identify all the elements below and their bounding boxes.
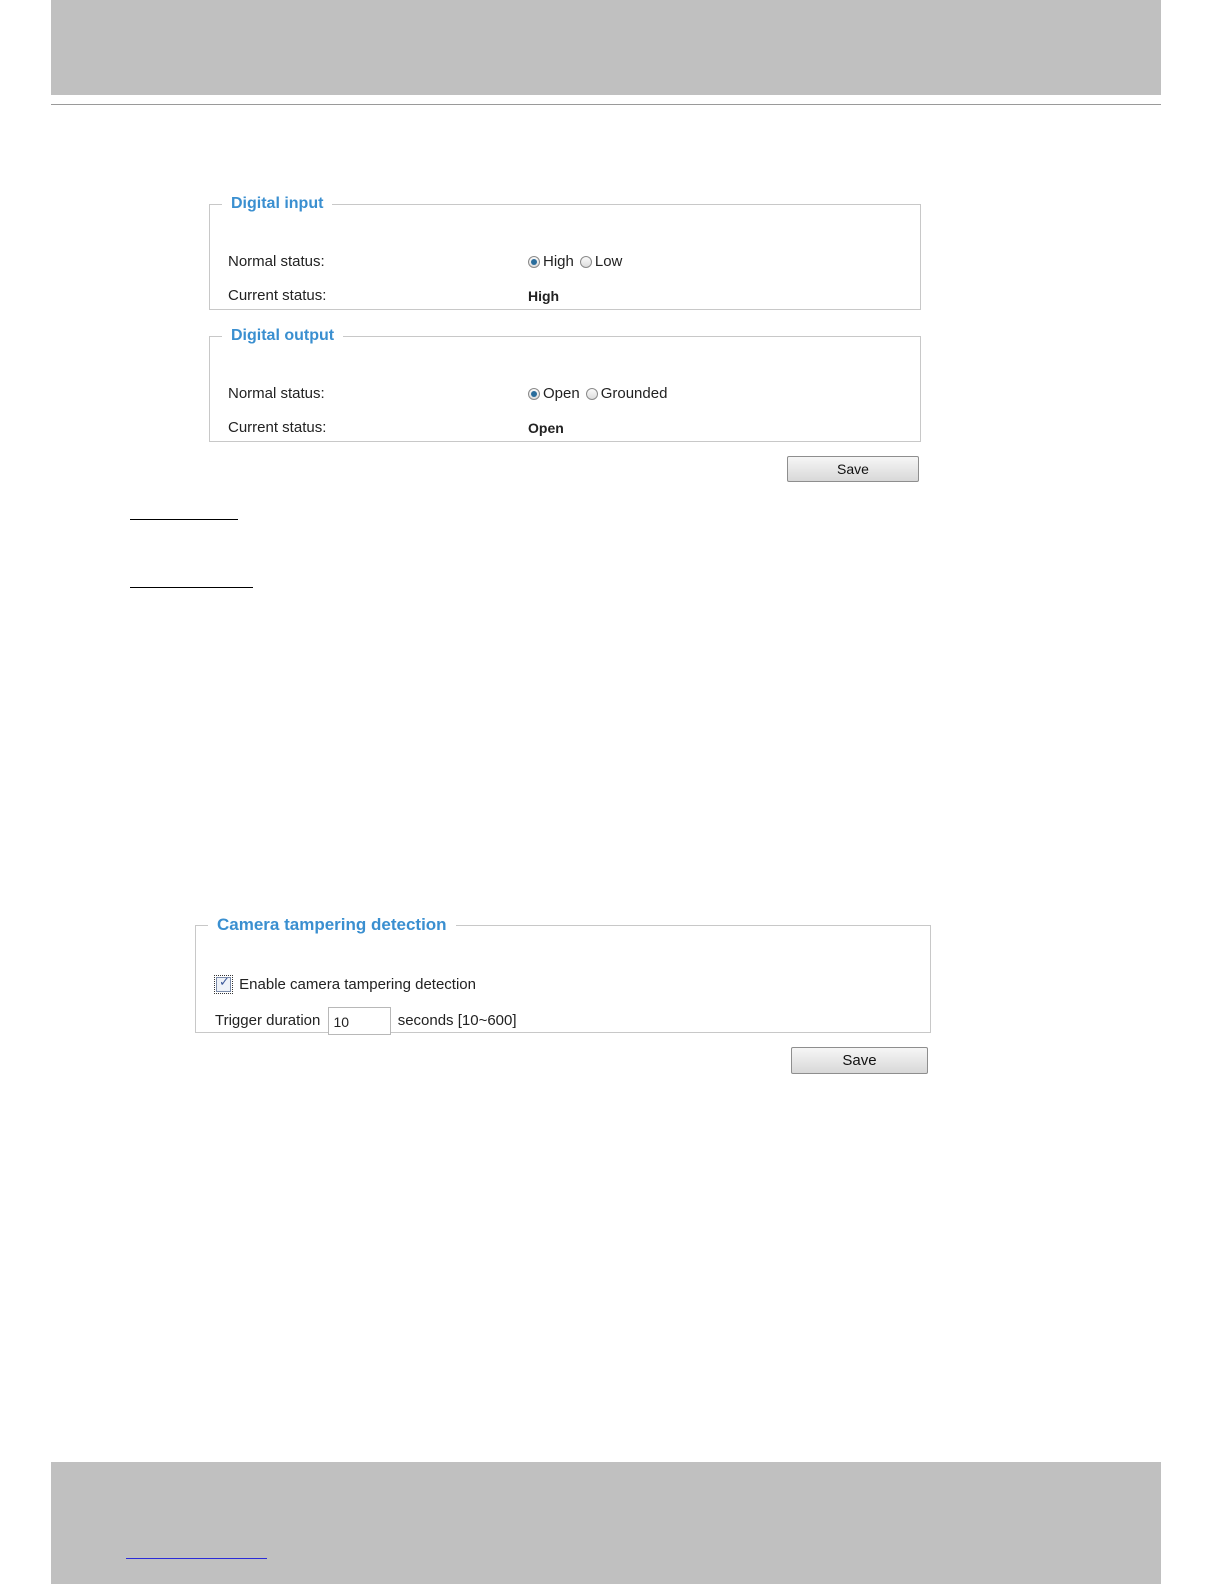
di-option-high-label: High <box>543 253 574 270</box>
page-footer-band <box>51 1462 1161 1584</box>
di-current-status-label: Current status: <box>228 287 327 304</box>
do-option-grounded-label: Grounded <box>600 385 668 402</box>
digital-input-legend: Digital input <box>231 195 324 212</box>
di-option-low-label: Low <box>594 253 623 270</box>
tampering-enable-label: Enable camera tampering detection <box>239 976 476 993</box>
tampering-enable-checkbox[interactable] <box>214 975 233 994</box>
trigger-duration-row: Trigger duration 10 seconds [10~600] <box>215 1007 517 1035</box>
trigger-duration-input[interactable]: 10 <box>327 1007 391 1035</box>
di-current-status-value: High <box>528 288 560 304</box>
tampering-legend: Camera tampering detection <box>217 915 447 934</box>
do-normal-status-options: Open Grounded <box>528 385 673 402</box>
di-radio-high[interactable] <box>528 256 540 268</box>
tampering-save-button[interactable]: Save <box>791 1047 928 1074</box>
tampering-enable-row: Enable camera tampering detection <box>214 975 476 994</box>
do-radio-open[interactable] <box>528 388 540 400</box>
section-underline-2 <box>130 587 253 588</box>
do-normal-status-label: Normal status: <box>228 385 325 402</box>
footer-link-underline[interactable] <box>126 1558 267 1559</box>
tampering-group: Camera tampering detection Enable camera… <box>195 915 931 1035</box>
do-option-open-label: Open <box>543 385 580 402</box>
di-radio-low[interactable] <box>579 256 592 268</box>
digital-output-legend: Digital output <box>231 327 335 344</box>
di-normal-status-label: Normal status: <box>228 253 325 270</box>
do-current-status-value: Open <box>528 420 564 436</box>
do-current-status-label: Current status: <box>228 419 327 436</box>
io-save-button[interactable]: Save <box>787 456 919 482</box>
trigger-duration-label: Trigger duration <box>215 1011 321 1029</box>
di-normal-status-options: High Low <box>528 253 628 270</box>
header-divider <box>51 104 1161 105</box>
section-underline-1 <box>130 519 238 520</box>
page-header-band <box>51 0 1161 95</box>
digital-input-group: Digital input Normal status: High Low Cur… <box>209 195 921 310</box>
do-radio-grounded[interactable] <box>585 388 598 400</box>
digital-output-group: Digital output Normal status: Open Ground… <box>209 327 921 442</box>
trigger-duration-suffix: seconds [10~600] <box>397 1011 517 1029</box>
